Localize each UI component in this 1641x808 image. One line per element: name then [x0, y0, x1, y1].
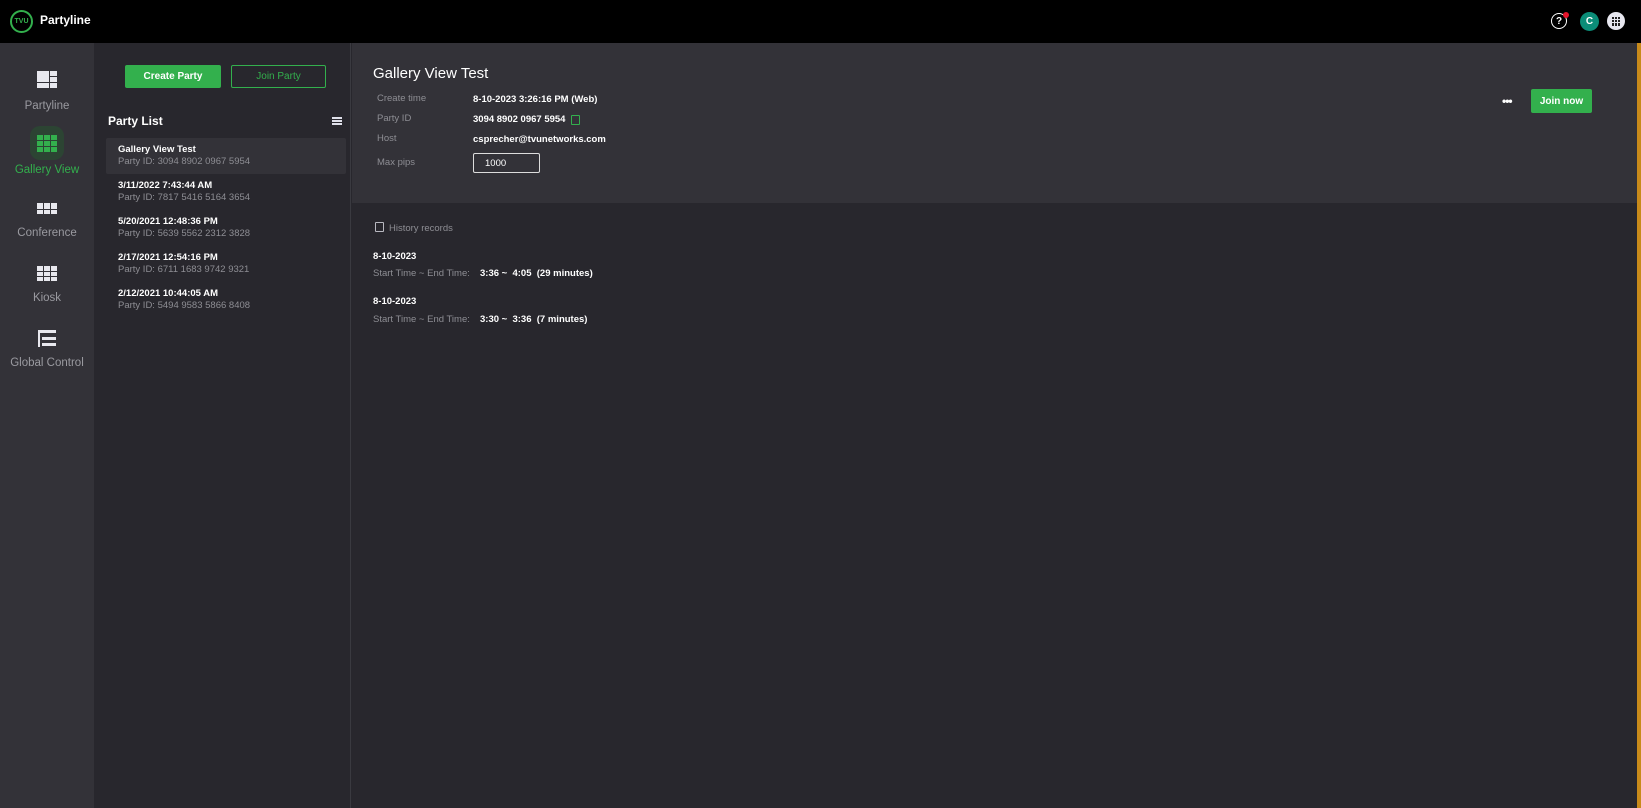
host-label: Host [377, 133, 397, 144]
party-detail-header: Gallery View Test Create time 8-10-2023 … [352, 43, 1637, 203]
party-name: 5/20/2021 12:48:36 PM [118, 216, 218, 227]
user-avatar[interactable]: C [1580, 12, 1599, 31]
party-list-panel: Create Party Join Party Party List Galle… [94, 43, 351, 808]
party-title: Gallery View Test [373, 65, 489, 82]
max-pips-input[interactable] [473, 153, 540, 173]
sidebar-label: Gallery View [14, 164, 80, 176]
create-party-button[interactable]: Create Party [125, 65, 221, 88]
party-list-item[interactable]: 5/20/2021 12:48:36 PM Party ID: 5639 556… [106, 210, 346, 246]
record-time-range: 3:30 ~ 3:36 (7 minutes) [480, 314, 588, 325]
party-id: Party ID: 3094 8902 0967 5954 [118, 156, 251, 167]
sidebar-label: Global Control [10, 357, 84, 369]
sidebar-label: Kiosk [32, 292, 62, 304]
record-date: 8-10-2023 [373, 296, 417, 307]
partyline-layout-icon [34, 66, 60, 92]
sidebar-item-conference[interactable]: Conference [0, 195, 94, 253]
create-time-label: Create time [377, 93, 427, 104]
history-records-title: History records [389, 223, 453, 234]
list-view-icon[interactable] [332, 117, 342, 125]
top-bar: TVU Partyline ? C [0, 0, 1641, 43]
party-id: Party ID: 7817 5416 5164 3654 [118, 192, 251, 203]
party-name: Gallery View Test [118, 144, 196, 155]
record-time-label: Start Time ~ End Time: [373, 314, 470, 325]
history-records-icon [375, 222, 384, 232]
sidebar-label: Partyline [24, 100, 70, 112]
create-time-value: 8-10-2023 3:26:16 PM (Web) [473, 94, 598, 105]
record-date: 8-10-2023 [373, 251, 417, 262]
sidebar-item-gallery-view[interactable]: Gallery View [0, 126, 94, 187]
party-name: 2/12/2021 10:44:05 AM [118, 288, 218, 299]
party-id-value: 3094 8902 0967 5954 [473, 114, 566, 125]
max-pips-label: Max pips [377, 157, 416, 168]
host-value: csprecher@tvunetworks.com [473, 134, 606, 145]
party-list-item[interactable]: 2/12/2021 10:44:05 AM Party ID: 5494 958… [106, 282, 346, 318]
notification-dot [1563, 12, 1569, 18]
sidebar-nav: Partyline Gallery View Conference Kiosk [0, 43, 94, 808]
party-id: Party ID: 5639 5562 2312 3828 [118, 228, 251, 239]
join-now-button[interactable]: Join now [1531, 89, 1592, 113]
copy-icon[interactable] [571, 115, 580, 125]
apps-grid-icon[interactable] [1607, 12, 1625, 30]
party-name: 3/11/2022 7:43:44 AM [118, 180, 213, 191]
sidebar-item-global-control[interactable]: Global Control [0, 325, 94, 383]
party-name: 2/17/2021 12:54:16 PM [118, 252, 218, 263]
history-records-section: History records 8-10-2023 Start Time ~ E… [352, 203, 1637, 808]
party-id: Party ID: 5494 9583 5866 8408 [118, 300, 251, 311]
party-list-title: Party List [108, 114, 163, 128]
sidebar-item-partyline[interactable]: Partyline [0, 66, 94, 124]
sidebar-label: Conference [17, 227, 77, 239]
app-title: Partyline [40, 13, 91, 27]
party-list-item[interactable]: 2/17/2021 12:54:16 PM Party ID: 6711 168… [106, 246, 346, 282]
global-control-icon [34, 325, 60, 351]
sidebar-item-kiosk[interactable]: Kiosk [0, 260, 94, 318]
window-edge [1637, 43, 1641, 808]
record-time-label: Start Time ~ End Time: [373, 268, 470, 279]
party-id-label: Party ID [377, 113, 412, 124]
kiosk-layout-icon [34, 260, 60, 286]
more-options-button[interactable]: ••• [1502, 95, 1518, 108]
party-id: Party ID: 6711 1683 9742 9321 [118, 264, 250, 275]
record-time-range: 3:36 ~ 4:05 (29 minutes) [480, 268, 593, 279]
party-list-item[interactable]: 3/11/2022 7:43:44 AM Party ID: 7817 5416… [106, 174, 346, 210]
join-party-button[interactable]: Join Party [231, 65, 326, 88]
conference-layout-icon [34, 195, 60, 221]
party-list-item[interactable]: Gallery View Test Party ID: 3094 8902 09… [106, 138, 346, 174]
tvu-logo-icon: TVU [10, 10, 33, 33]
gallery-grid-icon [30, 126, 64, 160]
